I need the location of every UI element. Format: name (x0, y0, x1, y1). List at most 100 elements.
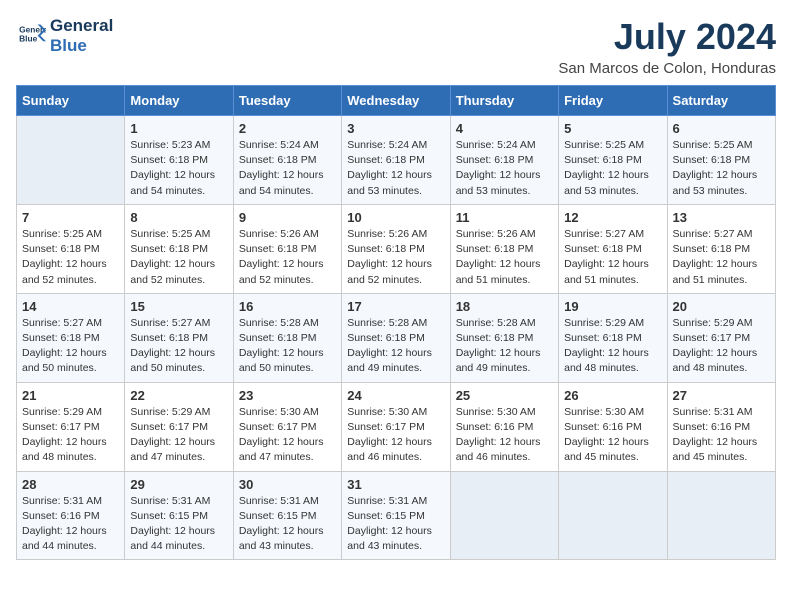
calendar-cell (559, 471, 667, 560)
calendar-week-row: 21 Sunrise: 5:29 AMSunset: 6:17 PMDayligh… (17, 382, 776, 471)
day-header-sunday: Sunday (17, 86, 125, 116)
day-info: Sunrise: 5:29 AMSunset: 6:17 PMDaylight:… (673, 316, 770, 377)
calendar-week-row: 28 Sunrise: 5:31 AMSunset: 6:16 PMDayligh… (17, 471, 776, 560)
logo-icon: General Blue (18, 20, 46, 48)
day-info: Sunrise: 5:28 AMSunset: 6:18 PMDaylight:… (239, 316, 336, 377)
day-number: 5 (564, 121, 661, 136)
calendar-cell: 10Sunrise: 5:26 AMSunset: 6:18 PMDayligh… (342, 204, 450, 293)
day-number: 18 (456, 299, 553, 314)
day-number: 12 (564, 210, 661, 225)
calendar-cell (17, 116, 125, 205)
day-number: 20 (673, 299, 770, 314)
day-number: 10 (347, 210, 444, 225)
calendar-cell: 9 Sunrise: 5:26 AMSunset: 6:18 PMDaylight… (233, 204, 341, 293)
calendar-cell: 29Sunrise: 5:31 AMSunset: 6:15 PMDayligh… (125, 471, 233, 560)
calendar-table: SundayMondayTuesdayWednesdayThursdayFrid… (16, 85, 776, 560)
calendar-week-row: 14 Sunrise: 5:27 AMSunset: 6:18 PMDayligh… (17, 293, 776, 382)
day-info: Sunrise: 5:29 AMSunset: 6:17 PMDaylight:… (130, 405, 227, 466)
day-number: 1 (130, 121, 227, 136)
day-info: Sunrise: 5:31 AMSunset: 6:16 PMDaylight:… (22, 494, 119, 555)
day-info: Sunrise: 5:25 AMSunset: 6:18 PMDaylight:… (130, 227, 227, 288)
calendar-cell: 3 Sunrise: 5:24 AMSunset: 6:18 PMDaylight… (342, 116, 450, 205)
calendar-cell: 18 Sunrise: 5:28 AMSunset: 6:18 PMDayligh… (450, 293, 558, 382)
calendar-cell: 30 Sunrise: 5:31 AMSunset: 6:15 PMDayligh… (233, 471, 341, 560)
day-info: Sunrise: 5:26 AMSunset: 6:18 PMDaylight:… (239, 227, 336, 288)
calendar-cell: 12Sunrise: 5:27 AMSunset: 6:18 PMDayligh… (559, 204, 667, 293)
day-header-monday: Monday (125, 86, 233, 116)
calendar-cell: 1 Sunrise: 5:23 AMSunset: 6:18 PMDaylight… (125, 116, 233, 205)
day-info: Sunrise: 5:25 AMSunset: 6:18 PMDaylight:… (22, 227, 119, 288)
svg-text:Blue: Blue (19, 33, 37, 43)
day-number: 14 (22, 299, 119, 314)
day-number: 16 (239, 299, 336, 314)
day-number: 19 (564, 299, 661, 314)
calendar-cell (667, 471, 775, 560)
day-info: Sunrise: 5:27 AMSunset: 6:18 PMDaylight:… (22, 316, 119, 377)
day-number: 4 (456, 121, 553, 136)
logo-line1: General (50, 16, 113, 36)
calendar-cell: 22 Sunrise: 5:29 AMSunset: 6:17 PMDayligh… (125, 382, 233, 471)
day-info: Sunrise: 5:31 AMSunset: 6:16 PMDaylight:… (673, 405, 770, 466)
day-info: Sunrise: 5:24 AMSunset: 6:18 PMDaylight:… (347, 138, 444, 199)
header: General Blue General Blue July 2024 San … (16, 16, 776, 77)
title-area: July 2024 San Marcos de Colon, Honduras (558, 16, 776, 77)
day-number: 27 (673, 388, 770, 403)
calendar-cell: 7 Sunrise: 5:25 AMSunset: 6:18 PMDaylight… (17, 204, 125, 293)
day-number: 22 (130, 388, 227, 403)
day-number: 9 (239, 210, 336, 225)
calendar-cell (450, 471, 558, 560)
day-info: Sunrise: 5:31 AMSunset: 6:15 PMDaylight:… (347, 494, 444, 555)
calendar-cell: 19 Sunrise: 5:29 AMSunset: 6:18 PMDayligh… (559, 293, 667, 382)
calendar-cell: 17Sunrise: 5:28 AMSunset: 6:18 PMDayligh… (342, 293, 450, 382)
day-number: 15 (130, 299, 227, 314)
day-info: Sunrise: 5:25 AMSunset: 6:18 PMDaylight:… (564, 138, 661, 199)
calendar-cell: 2 Sunrise: 5:24 AMSunset: 6:18 PMDaylight… (233, 116, 341, 205)
day-number: 13 (673, 210, 770, 225)
day-info: Sunrise: 5:31 AMSunset: 6:15 PMDaylight:… (239, 494, 336, 555)
day-info: Sunrise: 5:29 AMSunset: 6:18 PMDaylight:… (564, 316, 661, 377)
day-info: Sunrise: 5:30 AMSunset: 6:17 PMDaylight:… (347, 405, 444, 466)
day-number: 29 (130, 477, 227, 492)
logo: General Blue General Blue (16, 16, 113, 57)
calendar-cell: 15Sunrise: 5:27 AMSunset: 6:18 PMDayligh… (125, 293, 233, 382)
day-header-saturday: Saturday (667, 86, 775, 116)
day-header-friday: Friday (559, 86, 667, 116)
calendar-cell: 24Sunrise: 5:30 AMSunset: 6:17 PMDayligh… (342, 382, 450, 471)
day-info: Sunrise: 5:28 AMSunset: 6:18 PMDaylight:… (456, 316, 553, 377)
calendar-cell: 16 Sunrise: 5:28 AMSunset: 6:18 PMDayligh… (233, 293, 341, 382)
calendar-cell: 4 Sunrise: 5:24 AMSunset: 6:18 PMDaylight… (450, 116, 558, 205)
day-number: 21 (22, 388, 119, 403)
day-number: 7 (22, 210, 119, 225)
logo-line2: Blue (50, 36, 113, 56)
location-title: San Marcos de Colon, Honduras (558, 60, 776, 77)
calendar-cell: 27 Sunrise: 5:31 AMSunset: 6:16 PMDayligh… (667, 382, 775, 471)
day-info: Sunrise: 5:25 AMSunset: 6:18 PMDaylight:… (673, 138, 770, 199)
day-info: Sunrise: 5:26 AMSunset: 6:18 PMDaylight:… (456, 227, 553, 288)
day-info: Sunrise: 5:30 AMSunset: 6:16 PMDaylight:… (456, 405, 553, 466)
month-title: July 2024 (558, 16, 776, 58)
calendar-cell: 26Sunrise: 5:30 AMSunset: 6:16 PMDayligh… (559, 382, 667, 471)
day-number: 17 (347, 299, 444, 314)
day-number: 31 (347, 477, 444, 492)
calendar-cell: 20 Sunrise: 5:29 AMSunset: 6:17 PMDayligh… (667, 293, 775, 382)
day-info: Sunrise: 5:30 AMSunset: 6:16 PMDaylight:… (564, 405, 661, 466)
calendar-cell: 6Sunrise: 5:25 AMSunset: 6:18 PMDaylight… (667, 116, 775, 205)
day-info: Sunrise: 5:24 AMSunset: 6:18 PMDaylight:… (456, 138, 553, 199)
calendar-cell: 31 Sunrise: 5:31 AMSunset: 6:15 PMDayligh… (342, 471, 450, 560)
day-info: Sunrise: 5:24 AMSunset: 6:18 PMDaylight:… (239, 138, 336, 199)
calendar-cell: 5 Sunrise: 5:25 AMSunset: 6:18 PMDaylight… (559, 116, 667, 205)
calendar-cell: 21Sunrise: 5:29 AMSunset: 6:17 PMDayligh… (17, 382, 125, 471)
day-header-tuesday: Tuesday (233, 86, 341, 116)
day-number: 25 (456, 388, 553, 403)
day-number: 8 (130, 210, 227, 225)
day-number: 2 (239, 121, 336, 136)
calendar-body: 1 Sunrise: 5:23 AMSunset: 6:18 PMDaylight… (17, 116, 776, 560)
day-number: 11 (456, 210, 553, 225)
day-info: Sunrise: 5:23 AMSunset: 6:18 PMDaylight:… (130, 138, 227, 199)
day-number: 28 (22, 477, 119, 492)
day-header-wednesday: Wednesday (342, 86, 450, 116)
day-number: 3 (347, 121, 444, 136)
day-number: 30 (239, 477, 336, 492)
calendar-week-row: 1 Sunrise: 5:23 AMSunset: 6:18 PMDaylight… (17, 116, 776, 205)
day-header-thursday: Thursday (450, 86, 558, 116)
